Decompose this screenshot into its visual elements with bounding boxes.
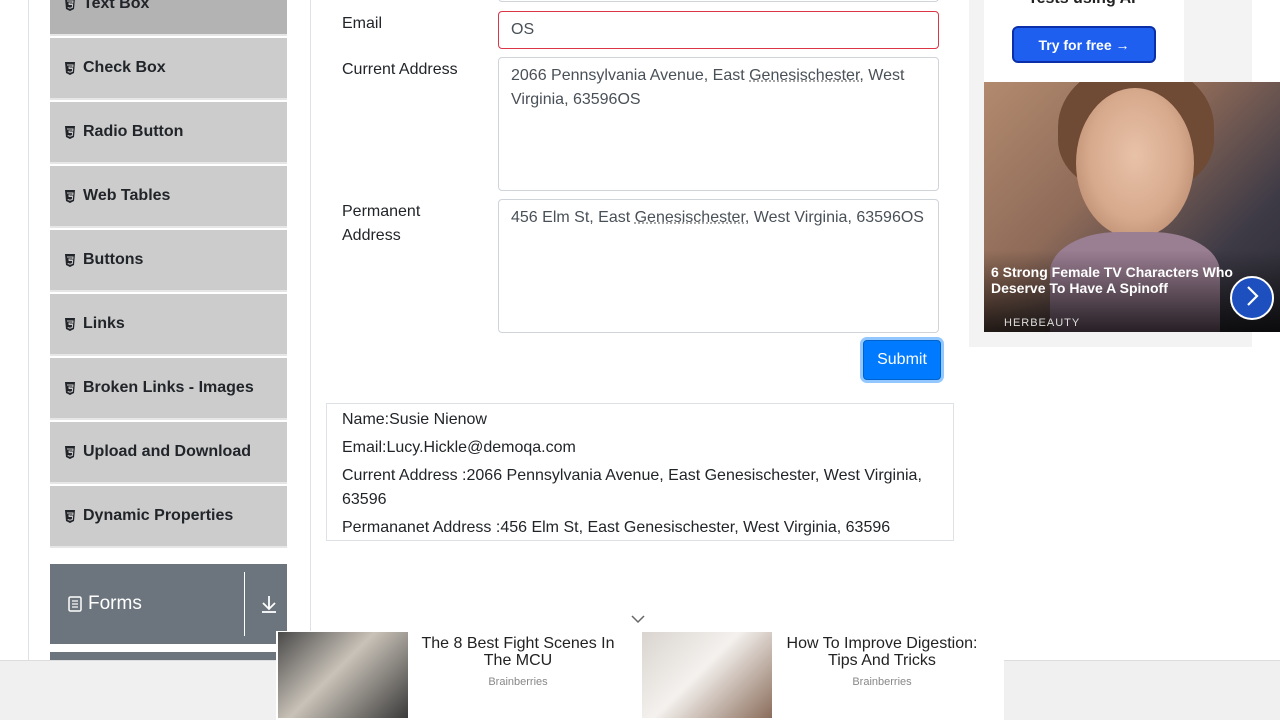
group-divider: [244, 572, 245, 636]
bottom-ad-source-1: Brainberries: [488, 676, 548, 688]
permanent-address-text: 456 Elm St, East: [511, 209, 635, 226]
sidebar-item-label: Text Box: [83, 0, 150, 12]
spellcheck-word: Genesischester: [749, 67, 860, 84]
permanent-address-label-line2: Address: [342, 227, 401, 244]
sidebar-item-upload-download[interactable]: Upload and Download: [50, 422, 287, 484]
content-divider: [310, 0, 311, 720]
ad-image-face: [1076, 88, 1194, 238]
sidebar-item-label: Dynamic Properties: [83, 507, 234, 524]
html5-icon: [64, 253, 76, 267]
chevron-right-icon: [1244, 285, 1260, 312]
email-field[interactable]: OS: [498, 11, 939, 49]
current-address-text: 2066 Pennsylvania Avenue, East: [511, 67, 750, 84]
html5-icon: [64, 0, 76, 11]
spellcheck-word: Genesischester: [634, 209, 745, 226]
permanent-address-textarea[interactable]: 456 Elm St, East Genesischester, West Vi…: [498, 199, 939, 333]
html5-icon: [64, 381, 76, 395]
html5-icon: [64, 61, 76, 75]
current-address-label: Current Address: [342, 61, 458, 78]
output-name: Name:Susie Nienow: [342, 411, 487, 428]
html5-icon: [64, 189, 76, 203]
sidebar-item-links[interactable]: Links: [50, 294, 287, 356]
output-current-address: Current Address :2066 Pennsylvania Avenu…: [342, 467, 922, 508]
ad-headline[interactable]: 6 Strong Female TV Characters Who Deserv…: [991, 264, 1241, 296]
sidebar-item-check-box[interactable]: Check Box: [50, 38, 287, 100]
bottom-ad-title-1[interactable]: The 8 Best Fight Scenes In The MCU: [410, 635, 626, 669]
chevron-down-icon[interactable]: [630, 612, 646, 630]
html5-icon: [64, 509, 76, 523]
permanent-address-label-line1: Permanent: [342, 203, 421, 220]
sidebar-item-label: Radio Button: [83, 123, 184, 140]
current-address-textarea[interactable]: 2066 Pennsylvania Avenue, East Genesisch…: [498, 57, 939, 191]
ad-source: HERBEAUTY: [1004, 317, 1081, 329]
sidebar-item-buttons[interactable]: Buttons: [50, 230, 287, 292]
sidebar-item-broken-links[interactable]: Broken Links - Images: [50, 358, 287, 420]
sidebar-item-radio-button[interactable]: Radio Button: [50, 102, 287, 164]
output-permanent-address: Permananet Address :456 Elm St, East Gen…: [342, 519, 891, 536]
sidebar-item-label: Upload and Download: [83, 443, 251, 460]
sidebar-item-web-tables[interactable]: Web Tables: [50, 166, 287, 228]
sidebar-item-label: Web Tables: [83, 187, 171, 204]
output-panel: Name:Susie Nienow Email:Lucy.Hickle@demo…: [326, 403, 954, 541]
sidebar-item-label: Buttons: [83, 251, 144, 268]
ad-next-button[interactable]: [1230, 276, 1274, 320]
sidebar-item-label: Broken Links - Images: [83, 379, 254, 396]
bottom-ad-source-2: Brainberries: [852, 676, 912, 688]
ad-top-text: Tests using AI: [1028, 0, 1136, 8]
output-email: Email:Lucy.Hickle@demoqa.com: [342, 439, 576, 456]
html5-icon: [64, 445, 76, 459]
permanent-address-text-rest: , West Virginia, 63596OS: [744, 209, 924, 226]
html5-icon: [64, 317, 76, 331]
bottom-ad-title-2[interactable]: How To Improve Digestion: Tips And Trick…: [774, 635, 990, 669]
sidebar-group-label: Forms: [88, 593, 142, 614]
bottom-ad-image-2[interactable]: [642, 632, 772, 718]
permanent-address-label: Permanent Address: [342, 200, 420, 248]
previous-input-bottom: [498, 0, 939, 2]
sidebar-item-dynamic-properties[interactable]: Dynamic Properties: [50, 486, 287, 548]
email-label: Email: [342, 15, 383, 32]
document-icon: [68, 596, 82, 612]
try-for-free-button[interactable]: Try for free →: [1012, 26, 1156, 63]
submit-button[interactable]: Submit: [863, 340, 941, 380]
download-arrow-icon[interactable]: [260, 594, 278, 620]
sidebar-item-label: Links: [83, 315, 125, 332]
sidebar-item-text-box[interactable]: Text Box: [50, 0, 287, 36]
sidebar-group-forms[interactable]: Forms: [50, 564, 287, 644]
left-border: [28, 0, 29, 720]
bottom-ad-image-1[interactable]: [278, 632, 408, 718]
sidebar-item-label: Check Box: [83, 59, 166, 76]
html5-icon: [64, 125, 76, 139]
